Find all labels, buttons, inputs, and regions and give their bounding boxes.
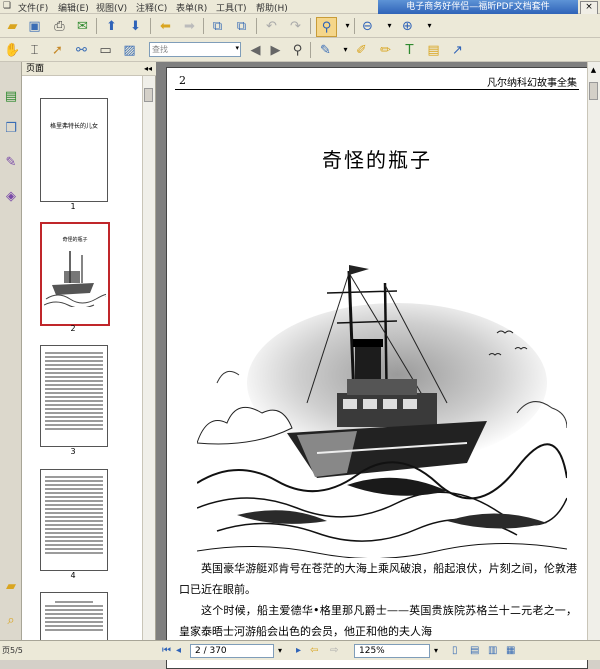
thumbnails-scrollbar[interactable] (142, 76, 155, 640)
first-page-icon[interactable]: ⏮ (162, 644, 171, 658)
zoom-in-icon[interactable]: ⊕ (398, 17, 417, 35)
page-dropdown-chevron-icon[interactable]: ▾ (278, 644, 282, 658)
save-icon[interactable]: ▣ (25, 17, 44, 35)
app-title-tab[interactable]: 电子商务好伴侣—福昕PDF文档套件 (378, 0, 578, 14)
forward-icon[interactable]: ➡ (180, 17, 199, 35)
layers-panel-icon[interactable]: ◈ (2, 186, 20, 206)
thumbnails-header: 页面 ◂◂ (22, 62, 156, 76)
binoculars-icon[interactable]: ⚯ (72, 41, 91, 59)
thumbnail-page-5[interactable] (40, 592, 108, 641)
pages-panel-icon[interactable]: ▤ (2, 86, 20, 106)
image-icon[interactable]: ▨ (120, 41, 139, 59)
pencil-icon[interactable]: ✏ (376, 41, 395, 59)
side-tab-bar: ▤ ❐ ✎ ◈ ▰ ⌕ (0, 62, 22, 640)
continuous-page-icon[interactable]: ▤ (470, 644, 479, 658)
continuous-facing-icon[interactable]: ▦ (506, 644, 515, 658)
annotations-panel-icon[interactable]: ✎ (2, 152, 20, 172)
thumbnail-page-1[interactable]: 格里弗特长的儿女 (40, 98, 108, 202)
back-view-icon[interactable]: ⇦ (310, 644, 318, 658)
menu-view[interactable]: 视图(V) (96, 1, 127, 14)
insert-page-icon[interactable]: ⧉ (208, 17, 227, 35)
zoom-in-chevron-icon[interactable]: ▾ (420, 17, 439, 35)
chapter-title: 奇怪的瓶子 (322, 148, 432, 172)
thumbnail-page-4[interactable] (40, 469, 108, 571)
find-input[interactable]: 查找 ▾ (149, 42, 241, 57)
zoom-dropdown-chevron-icon[interactable]: ▾ (434, 644, 438, 658)
menu-tools[interactable]: 工具(T) (216, 1, 247, 14)
thumbnail-ship-image (44, 245, 106, 307)
document-scrollbar[interactable]: ▲ (587, 62, 600, 640)
bookmarks-panel-icon[interactable]: ❐ (2, 118, 20, 138)
zoom-input[interactable]: 125% (354, 644, 430, 658)
search-icon[interactable]: ⚲ (288, 41, 307, 59)
close-button[interactable]: × (580, 1, 598, 15)
page-number: 2 (179, 74, 186, 87)
menu-file[interactable]: 文件(F) (18, 1, 48, 14)
header-rule (175, 89, 579, 90)
comments-panel-icon[interactable]: ▰ (2, 576, 20, 596)
menu-help[interactable]: 帮助(H) (256, 1, 288, 14)
previous-page-icon[interactable]: ◂ (176, 644, 181, 658)
paragraph: 英国豪华游艇邓肯号在苍茫的大海上乘风破浪，船起浪伏，片刻之间，伦敦港口已近在眼前… (179, 562, 577, 596)
zoom-tool-icon[interactable]: ⚲ (316, 17, 337, 37)
thumbnail-number: 2 (70, 324, 76, 333)
scroll-up-icon[interactable]: ▲ (589, 66, 598, 76)
ship-illustration (197, 253, 567, 558)
attachments-panel-icon[interactable]: ⌕ (2, 610, 20, 630)
forward-view-icon[interactable]: ⇨ (330, 644, 338, 658)
text-box-icon[interactable]: T (400, 41, 419, 59)
typewriter-icon[interactable]: ✎ (316, 41, 335, 59)
status-text: 页5/5 (2, 646, 23, 655)
find-previous-icon[interactable]: ◀ (246, 41, 265, 59)
app-logo-icon: ❏ (3, 1, 12, 11)
zoom-out-icon[interactable]: ⊖ (358, 17, 377, 35)
arrow-annotation-icon[interactable]: ↗ (448, 41, 467, 59)
find-next-icon[interactable]: ▶ (266, 41, 285, 59)
single-page-icon[interactable]: ▯ (452, 644, 458, 658)
page-up-icon[interactable]: ⬆ (102, 17, 121, 35)
thumbnail-number: 1 (70, 202, 76, 211)
page-down-icon[interactable]: ⬇ (126, 17, 145, 35)
note-icon[interactable]: ✐ (352, 41, 371, 59)
menu-bar: ❏ 文件(F) 编辑(E) 视图(V) 注释(C) 表单(R) 工具(T) 帮助… (0, 0, 600, 15)
zoom-out-chevron-icon[interactable]: ▾ (380, 17, 399, 35)
extract-page-icon[interactable]: ⧉ (232, 17, 251, 35)
menu-edit[interactable]: 编辑(E) (58, 1, 89, 14)
next-page-icon[interactable]: ▸ (296, 644, 301, 658)
menu-form[interactable]: 表单(R) (176, 1, 207, 14)
arrow-select-icon[interactable]: ➚ (48, 41, 67, 59)
email-icon[interactable]: ✉ (73, 17, 92, 35)
document-viewport[interactable]: 2 凡尔纳科幻故事全集 奇怪的瓶子 英国豪华游艇邓肯号在苍茫的大海上乘风破浪，船… (156, 62, 600, 669)
comment-icon[interactable]: ▤ (424, 41, 443, 59)
facing-page-icon[interactable]: ▥ (488, 644, 497, 658)
tools-toolbar: ✋ ⌶ ➚ ⚯ ▭ ▨ 查找 ▾ ◀ ▶ ⚲ ✎ ▾ ✐ ✏ T ▤ ↗ (0, 38, 600, 62)
open-folder-icon[interactable]: ▰ (3, 17, 22, 35)
thumbnail-page-3[interactable] (40, 345, 108, 447)
status-bar: 页5/5 ⏮ ◂ 2 / 370 ▾ ▸ ⇦ ⇨ 125% ▾ ▯ ▤ ▥ ▦ (0, 640, 600, 660)
main-toolbar: ▰ ▣ ⎙ ✉ ⬆ ⬇ ⬅ ➡ ⧉ ⧉ ↶ ↷ ⚲ ▾ ⊖ ▾ ⊕ ▾ (0, 14, 600, 38)
hand-tool-icon[interactable]: ✋ (3, 41, 22, 59)
find-dropdown-icon[interactable]: ▾ (235, 44, 239, 52)
undo-icon[interactable]: ↶ (262, 17, 281, 35)
pdf-page: 2 凡尔纳科幻故事全集 奇怪的瓶子 英国豪华游艇邓肯号在苍茫的大海上乘风破浪，船… (166, 67, 588, 669)
back-icon[interactable]: ⬅ (156, 17, 175, 35)
redo-icon[interactable]: ↷ (286, 17, 305, 35)
paragraph: 这个时候，船主爱德华•格里那凡爵士——英国贵族院苏格兰十二元老之一，皇家泰晤士河… (179, 604, 577, 638)
select-text-icon[interactable]: ⌶ (25, 41, 44, 59)
print-icon[interactable]: ⎙ (50, 17, 69, 35)
menu-comment[interactable]: 注释(C) (136, 1, 167, 14)
thumbnail-number: 3 (70, 447, 76, 456)
running-head: 凡尔纳科幻故事全集 (487, 78, 577, 89)
snapshot-icon[interactable]: ▭ (96, 41, 115, 59)
page-thumbnails-panel: 页面 ◂◂ 格里弗特长的儿女 1 奇怪的瓶子 2 3 4 (22, 62, 156, 641)
collapse-panel-icon[interactable]: ◂◂ (144, 62, 152, 76)
thumbnail-number: 4 (70, 571, 76, 580)
thumbnail-page-2[interactable]: 奇怪的瓶子 (40, 222, 110, 326)
page-number-input[interactable]: 2 / 370 (190, 644, 274, 658)
